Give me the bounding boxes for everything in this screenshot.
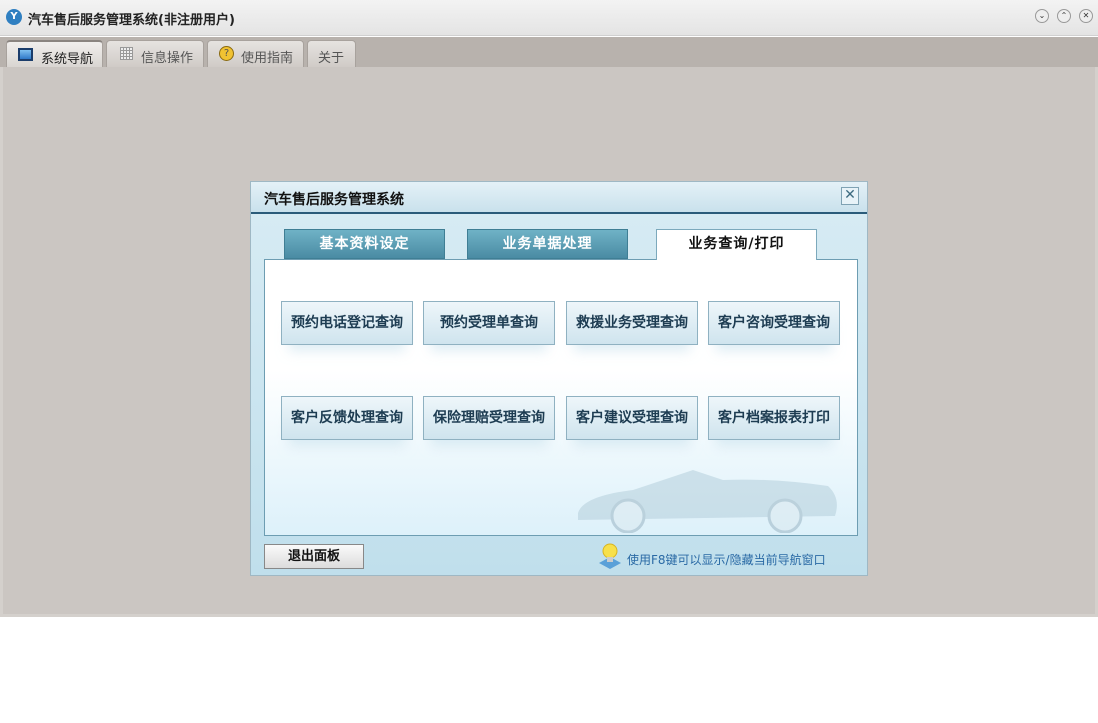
query-button-consultation[interactable]: 客户咨询受理查询 [708, 301, 840, 345]
car-watermark-icon [578, 470, 837, 533]
tab-user-guide[interactable]: ? 使用指南 [207, 40, 304, 68]
tab-label: 关于 [318, 51, 345, 66]
query-button-feedback[interactable]: 客户反馈处理查询 [281, 396, 413, 440]
dialog-header: 汽车售后服务管理系统 ✕ [251, 182, 867, 214]
tab-system-navigation[interactable]: 系统导航 [6, 40, 103, 68]
navigation-dialog: 汽车售后服务管理系统 ✕ 基本资料设定 业务单据处理 业务查询/打印 预约电话登… [250, 181, 868, 576]
query-panel: 预约电话登记查询 预约受理单查询 救援业务受理查询 客户咨询受理查询 客户反馈处… [264, 259, 858, 536]
tab-label: 系统导航 [41, 52, 94, 67]
query-button-appointment-order[interactable]: 预约受理单查询 [423, 301, 555, 345]
query-button-rescue[interactable]: 救援业务受理查询 [566, 301, 698, 345]
query-button-insurance[interactable]: 保险理赔受理查询 [423, 396, 555, 440]
tab-label: 使用指南 [241, 51, 294, 66]
dialog-title: 汽车售后服务管理系统 [264, 192, 404, 208]
main-tab-strip: 系统导航 信息操作 ? 使用指南 关于 [0, 37, 1098, 68]
tab-label: 信息操作 [141, 51, 194, 66]
tab-basic-settings[interactable]: 基本资料设定 [284, 229, 445, 259]
app-logo-icon: Y [6, 9, 22, 25]
lightbulb-icon [599, 543, 621, 569]
query-button-suggestion[interactable]: 客户建议受理查询 [566, 396, 698, 440]
hint-text: 使用F8键可以显示/隐藏当前导航窗口 [627, 553, 826, 567]
query-button-appointment-phone[interactable]: 预约电话登记查询 [281, 301, 413, 345]
minimize-button[interactable]: ⌄ [1035, 9, 1049, 23]
exit-panel-button[interactable]: 退出面板 [264, 544, 364, 569]
grid-icon [120, 47, 133, 60]
print-button-customer-report[interactable]: 客户档案报表打印 [708, 396, 840, 440]
tab-business-documents[interactable]: 业务单据处理 [467, 229, 628, 259]
tab-about[interactable]: 关于 [307, 40, 356, 68]
dialog-close-button[interactable]: ✕ [841, 187, 859, 205]
app-title: 汽车售后服务管理系统(非注册用户) [28, 13, 235, 28]
title-bar: Y 汽车售后服务管理系统(非注册用户) ⌄ ⌃ ✕ [0, 0, 1098, 36]
tab-query-print[interactable]: 业务查询/打印 [656, 229, 817, 260]
help-icon: ? [219, 46, 234, 61]
maximize-button[interactable]: ⌃ [1057, 9, 1071, 23]
close-button[interactable]: ✕ [1079, 9, 1093, 23]
tab-info-operations[interactable]: 信息操作 [106, 40, 204, 68]
monitor-icon [18, 48, 33, 61]
